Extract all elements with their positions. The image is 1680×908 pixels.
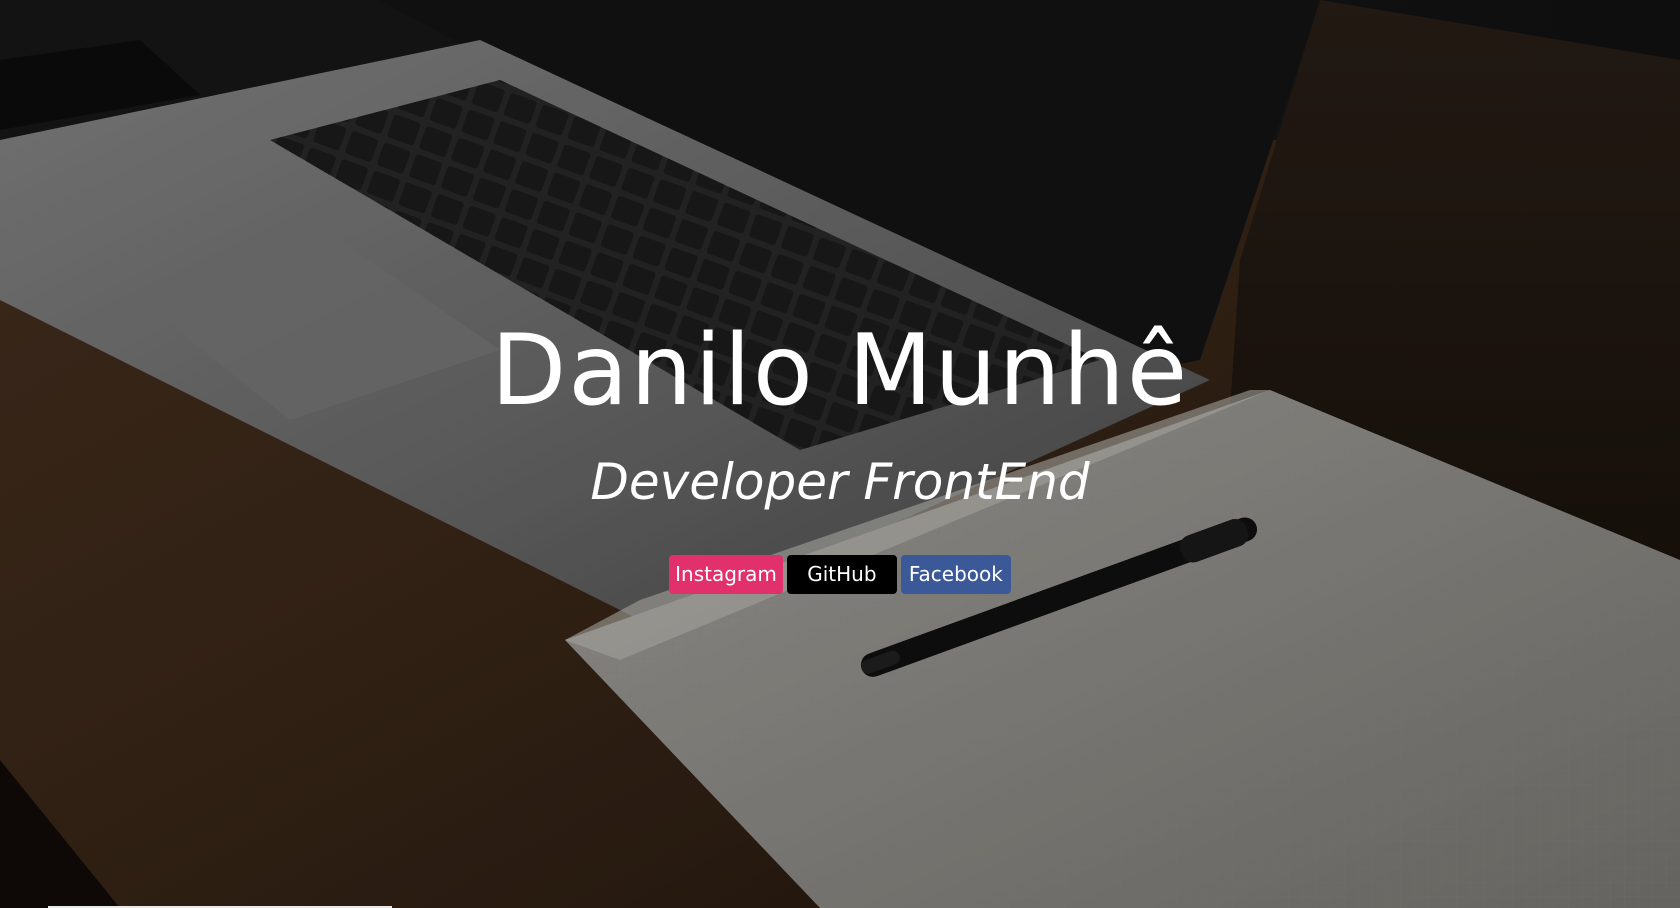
github-button[interactable]: GitHub xyxy=(786,555,897,594)
social-links: Instagram GitHub Facebook xyxy=(0,555,1680,594)
facebook-button[interactable]: Facebook xyxy=(900,555,1011,594)
hero-content: Danilo Munhê Developer FrontEnd Instagra… xyxy=(0,0,1680,908)
hero-subtitle: Developer FrontEnd xyxy=(590,453,1090,511)
instagram-button[interactable]: Instagram xyxy=(669,555,783,594)
hero-title: Danilo Munhê xyxy=(490,314,1190,428)
hero-section: Danilo Munhê Developer FrontEnd Instagra… xyxy=(0,0,1680,908)
